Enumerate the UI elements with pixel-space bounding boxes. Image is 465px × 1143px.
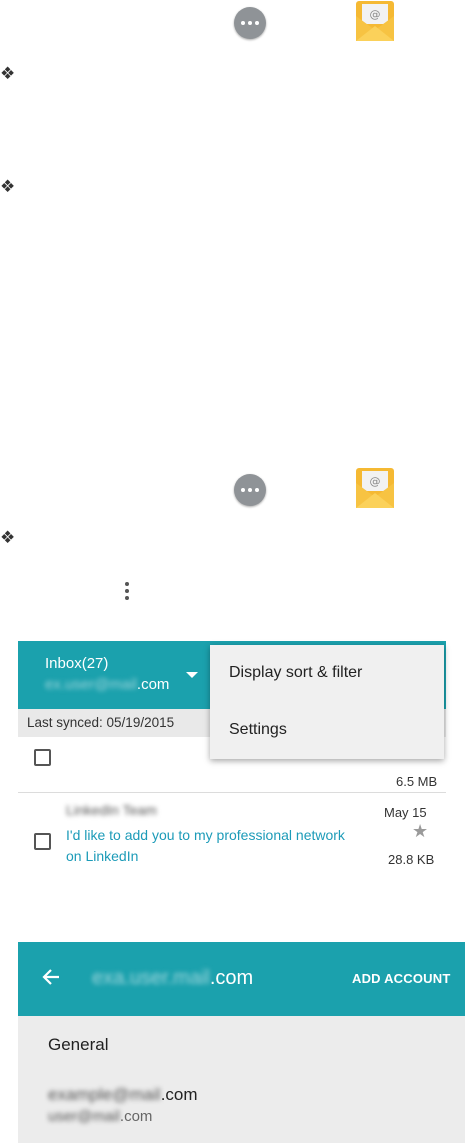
account-title: exa.user.mail.com — [92, 967, 253, 990]
account-email-secondary-blurred: user@mail — [48, 1108, 120, 1125]
inbox-account-suffix: .com — [136, 676, 170, 693]
svg-text:@: @ — [370, 8, 381, 21]
svg-text:@: @ — [370, 475, 381, 488]
inbox-account-blurred: ex.user@mail — [45, 676, 137, 693]
mail-size: 28.8 KB — [388, 852, 435, 864]
dropdown-caret-icon[interactable] — [186, 672, 198, 678]
account-title-suffix: .com — [209, 967, 254, 989]
last-synced-text: Last synced: 05/19/2015 — [27, 715, 175, 730]
mail-size: 6.5 MB — [396, 774, 438, 789]
account-email-primary: example@mail.com — [48, 1085, 198, 1105]
account-email-secondary: user@mail.com — [48, 1108, 152, 1125]
mail-checkbox[interactable] — [34, 749, 51, 766]
mail-subject[interactable]: I'd like to add you to my professional n… — [66, 825, 356, 867]
bullet-icon: ❖ — [0, 177, 16, 196]
account-title-blurred: exa.user.mail — [92, 967, 210, 989]
bullet-icon: ❖ — [0, 64, 16, 83]
apps-icon — [234, 7, 266, 39]
divider — [18, 792, 446, 793]
star-icon[interactable]: ★ — [412, 821, 428, 842]
back-arrow-icon[interactable] — [41, 967, 61, 987]
mail-checkbox[interactable] — [34, 833, 51, 850]
section-general[interactable]: General — [48, 1035, 108, 1055]
bullet-icon: ❖ — [0, 528, 16, 547]
menu-item-display-sort-filter[interactable]: Display sort & filter — [229, 664, 362, 682]
apps-icon — [234, 474, 266, 506]
overflow-menu — [210, 645, 444, 759]
account-email-primary-blurred: example@mail — [48, 1085, 161, 1104]
email-app-icon: @ — [356, 1, 394, 41]
inbox-title[interactable]: Inbox(27) — [45, 655, 108, 672]
email-app-icon: @ — [356, 468, 394, 508]
mail-date: May 15 — [384, 805, 427, 820]
account-email-secondary-suffix: .com — [119, 1108, 153, 1125]
mail-sender-blurred: LinkedIn Team — [66, 802, 157, 818]
add-account-button[interactable]: ADD ACCOUNT — [352, 971, 451, 986]
inbox-account[interactable]: ex.user@mail.com — [45, 676, 169, 693]
more-vert-icon — [125, 582, 129, 603]
account-email-primary-suffix: .com — [160, 1085, 198, 1104]
menu-item-settings[interactable]: Settings — [229, 721, 287, 739]
